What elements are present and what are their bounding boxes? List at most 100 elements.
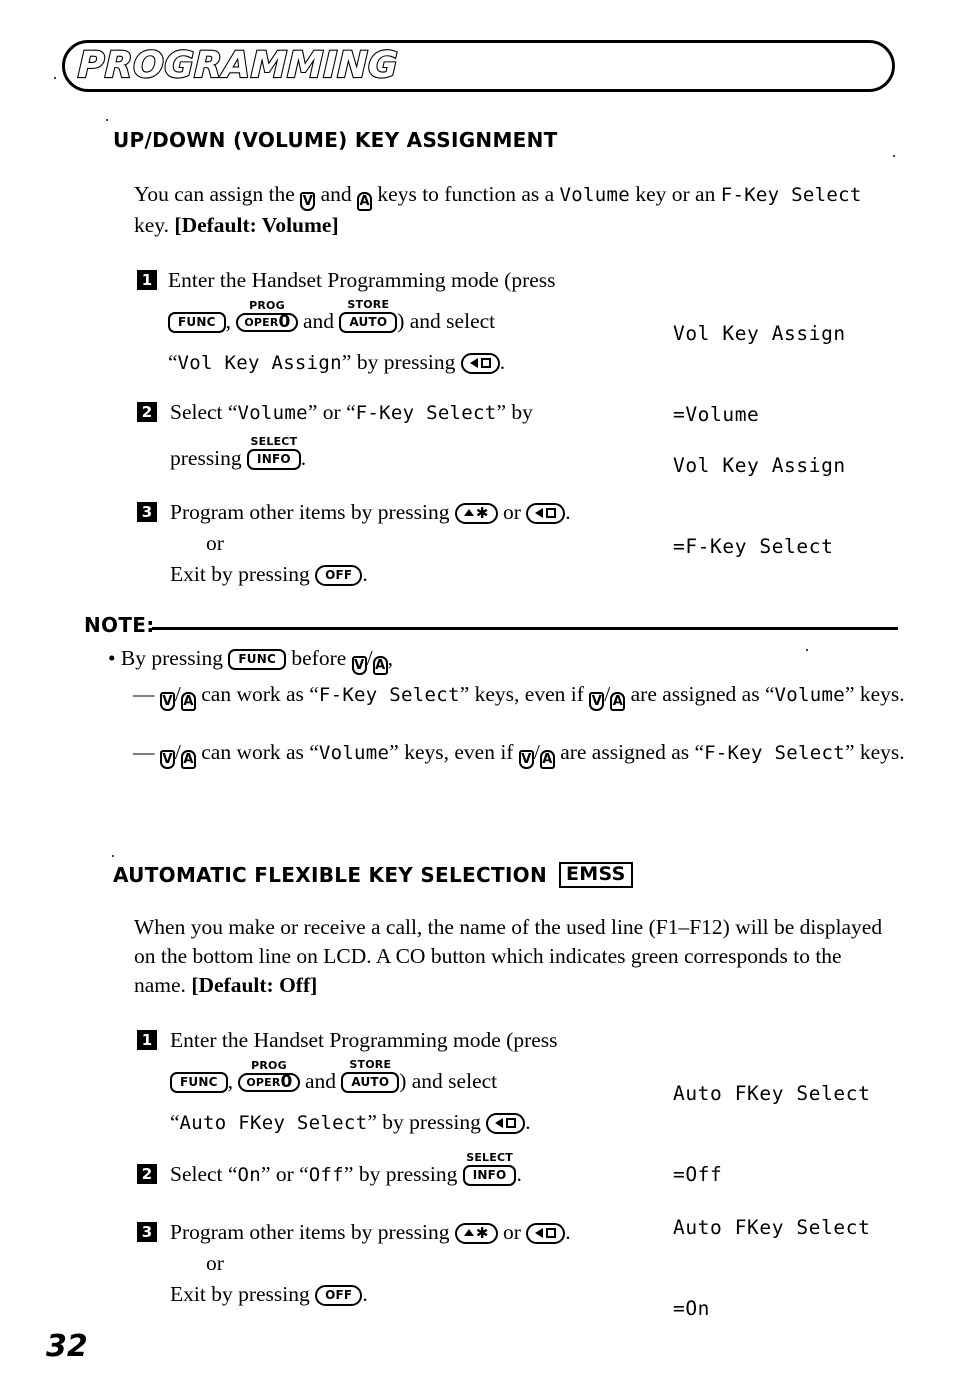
step-2-line-1: Select “Volume” or “F-Key Select” by: [170, 398, 650, 428]
step-1-line-1: Enter the Handset Programming mode (pres…: [168, 268, 556, 292]
scroll-next-key-button[interactable]: [526, 1222, 566, 1244]
right-arrow-icon: [535, 1227, 544, 1238]
func-key-label: FUNC: [180, 1074, 218, 1089]
select-key-superscript: SELECT: [250, 434, 298, 448]
step-2-post: ” by pressing: [343, 1162, 458, 1186]
step-1-line-3: “Auto FKey Select” by pressing .: [170, 1108, 670, 1138]
step-1-line2-end: ) and select: [397, 309, 496, 333]
step-3-pre: Program other items by pressing: [170, 500, 450, 524]
scroll-prev-key-button[interactable]: ✱: [454, 502, 498, 524]
prog-key-superscript: PROG: [251, 1058, 287, 1072]
note-1-tail: ” keys.: [844, 682, 905, 706]
section-heading-autofkey-label: AUTOMATIC FLEXIBLE KEY SELECTION: [113, 863, 548, 887]
page-number: 32: [46, 1329, 88, 1364]
step-1-and: and: [299, 1069, 342, 1093]
store-auto-key-button[interactable]: STORE AUTO: [339, 298, 398, 333]
right-arrow-icon: [495, 1117, 504, 1128]
select-info-key-button[interactable]: SELECT INFO: [247, 435, 301, 470]
func-key-button[interactable]: FUNC: [228, 648, 286, 670]
note-label: NOTE:: [84, 613, 155, 637]
volume-down-key-icon: V: [159, 750, 175, 769]
scan-speck: [54, 77, 56, 79]
lcd-display-s1-step2: Vol Key Assign =F-Key Select: [673, 398, 846, 614]
step-1-and: and: [297, 309, 340, 333]
right-arrow-icon: [469, 357, 478, 368]
intro-text-3: key or an: [629, 182, 721, 206]
off-key-button[interactable]: OFF: [315, 1284, 363, 1306]
step-2-option-1: Volume: [237, 402, 308, 424]
step-2-pre: Select “: [170, 1162, 238, 1186]
step-1-line3-post: ” by pressing: [367, 1110, 481, 1134]
step-2-pressing: pressing: [170, 446, 242, 470]
intro-default-note: [Default: Off]: [191, 973, 318, 997]
oper-key-zero: 0: [280, 1071, 293, 1092]
oper-key-label: OPER: [244, 315, 279, 329]
scroll-prev-key-button[interactable]: ✱: [454, 1222, 498, 1244]
auto-key-label: AUTO: [349, 314, 388, 329]
step-2-mid: ” or “: [260, 1162, 309, 1186]
section-heading-updown: UP/DOWN (VOLUME) KEY ASSIGNMENT: [113, 128, 558, 152]
step-number-badge: 1: [137, 270, 157, 290]
note-2-mono-1: Volume: [318, 742, 390, 764]
step-number-badge: 3: [137, 502, 157, 522]
step-2-option-2: Off: [308, 1164, 344, 1186]
volume-up-key-icon: A: [180, 750, 196, 769]
select-info-key-button[interactable]: SELECT INFO: [462, 1151, 517, 1186]
note-slash: /: [174, 740, 181, 764]
func-key-button[interactable]: FUNC: [168, 311, 226, 333]
note-bullet-dot: •: [108, 646, 121, 670]
step-1-openquote: “: [168, 350, 178, 374]
info-key-label: INFO: [257, 451, 291, 466]
step-3-text-s2: Program other items by pressing ✱ or . o…: [170, 1218, 690, 1309]
asterisk-icon: ✱: [475, 1223, 489, 1242]
step-3-mid: or: [497, 500, 527, 524]
emss-badge: EMSS: [559, 862, 633, 888]
volume-down-key-icon: V: [589, 692, 605, 711]
prog-oper-key-button[interactable]: PROG OPER0: [238, 1059, 300, 1092]
store-key-superscript: STORE: [349, 1057, 392, 1071]
step-2-period: .: [516, 1162, 522, 1186]
step-2-option-1: On: [237, 1164, 261, 1186]
scroll-next-key-button[interactable]: [486, 1112, 526, 1134]
note-slash: /: [533, 740, 540, 764]
intro-text-2: keys to function as a: [372, 182, 560, 206]
note-1-post: are assigned as “: [625, 682, 775, 706]
note-1-pre: can work as “: [195, 682, 319, 706]
step-3-line-1: Program other items by pressing ✱ or .: [170, 498, 690, 527]
off-key-label: OFF: [325, 567, 353, 582]
off-key-label: OFF: [325, 1287, 353, 1302]
note-2-mid: ” keys, even if: [389, 740, 519, 764]
note-2-pre: can work as “: [195, 740, 319, 764]
note-slash: /: [174, 682, 181, 706]
step-1-text-s2: Enter the Handset Programming mode (pres…: [170, 1026, 670, 1138]
step-2-line-1: Select “On” or “Off” by pressing SELECT I…: [170, 1151, 670, 1190]
store-key-superscript: STORE: [347, 297, 390, 311]
page-header-title: PROGRAMMING: [76, 44, 400, 89]
prog-key-superscript: PROG: [249, 298, 285, 312]
note-divider-rule: [152, 627, 898, 630]
square-glyph-icon: [546, 507, 557, 518]
step-2-period: .: [300, 446, 307, 470]
volume-up-key-icon: A: [610, 692, 626, 711]
step-1-period: .: [525, 1110, 531, 1134]
func-key-button[interactable]: FUNC: [170, 1071, 228, 1093]
right-arrow-icon: [535, 507, 544, 518]
step-1-openquote: “: [170, 1110, 180, 1134]
store-auto-key-button[interactable]: STORE AUTO: [341, 1058, 400, 1093]
off-key-button[interactable]: OFF: [315, 564, 363, 586]
scroll-next-key-button[interactable]: [460, 352, 500, 374]
step-3-period: .: [565, 1220, 571, 1244]
lcd-line-2: =F-Key Select: [673, 535, 834, 558]
note-bullet-mid: before: [286, 646, 352, 670]
step-3-or: or: [206, 1251, 224, 1275]
section-updown-intro: You can assign the V and A keys to funct…: [134, 180, 894, 240]
step-number-badge: 1: [137, 1030, 157, 1050]
step-1-line-1: Enter the Handset Programming mode (pres…: [170, 1028, 558, 1052]
scroll-next-key-button[interactable]: [526, 502, 566, 524]
prog-oper-key-button[interactable]: PROG OPER0: [236, 299, 298, 332]
volume-up-key-icon: A: [539, 750, 555, 769]
step-2-line-2: pressing SELECT INFO.: [170, 435, 650, 473]
step-2-text-s2: Select “On” or “Off” by pressing SELECT I…: [170, 1151, 670, 1190]
note-2-mono-2: F-Key Select: [704, 742, 845, 764]
up-arrow-icon: [463, 508, 474, 516]
